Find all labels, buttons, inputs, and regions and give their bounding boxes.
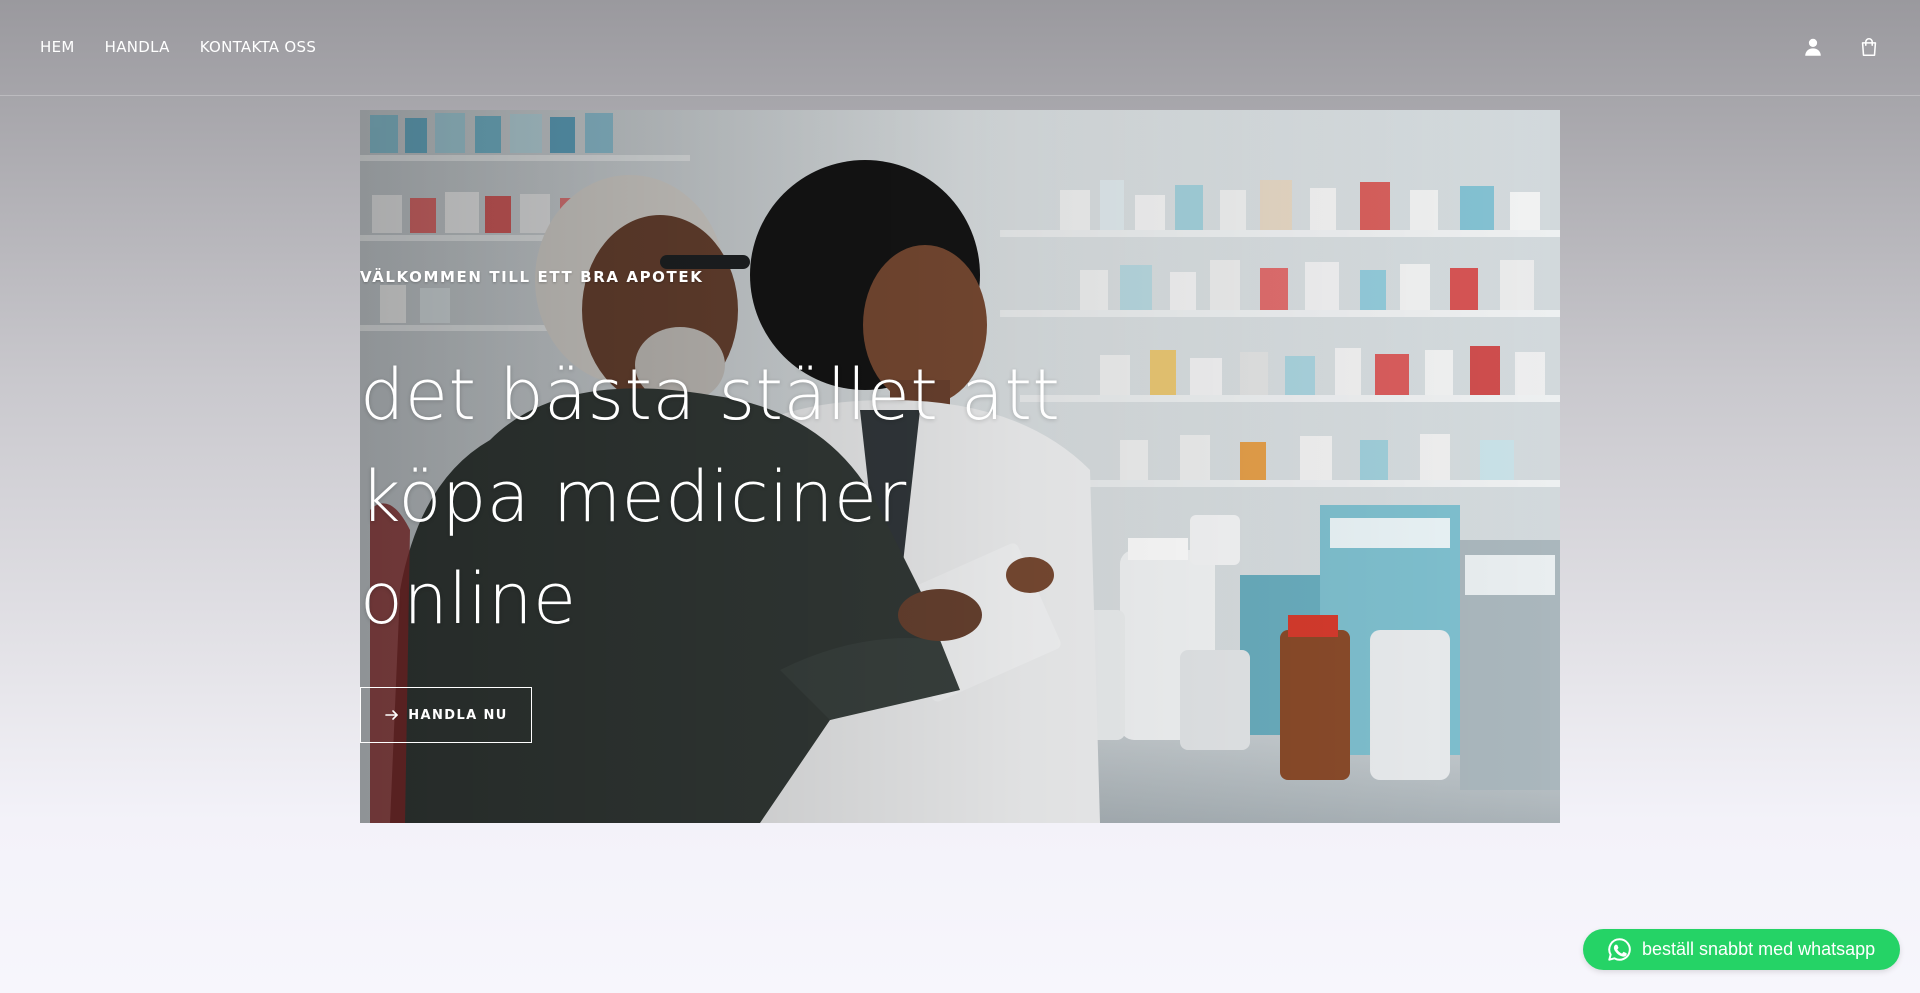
arrow-right-icon xyxy=(385,710,399,720)
header-actions xyxy=(1802,36,1880,58)
hero-headline: det bästa stället att köpa mediciner onl… xyxy=(360,354,1061,640)
shopping-bag-icon xyxy=(1861,38,1877,57)
main-nav: HEM HANDLA KONTAKTA OSS xyxy=(40,38,316,56)
whatsapp-order-button[interactable]: beställ snabbt med whatsapp xyxy=(1583,929,1900,970)
shop-now-button[interactable]: HANDLA NU xyxy=(360,687,532,743)
nav-item-handla[interactable]: HANDLA xyxy=(105,38,170,56)
whatsapp-icon xyxy=(1608,938,1631,961)
hero-banner: VÄLKOMMEN TILL ETT BRA APOTEK det bästa … xyxy=(360,110,1560,823)
nav-item-kontakta-oss[interactable]: KONTAKTA OSS xyxy=(200,38,316,56)
user-icon xyxy=(1805,38,1821,56)
hero-content: VÄLKOMMEN TILL ETT BRA APOTEK det bästa … xyxy=(360,110,1560,823)
whatsapp-label: beställ snabbt med whatsapp xyxy=(1642,939,1876,959)
site-header: HEM HANDLA KONTAKTA OSS xyxy=(0,0,1920,96)
nav-item-hem[interactable]: HEM xyxy=(40,38,75,56)
cart-button[interactable] xyxy=(1858,36,1880,58)
account-button[interactable] xyxy=(1802,36,1824,58)
shop-now-label: HANDLA NU xyxy=(408,707,508,723)
hero-eyebrow: VÄLKOMMEN TILL ETT BRA APOTEK xyxy=(360,268,704,286)
